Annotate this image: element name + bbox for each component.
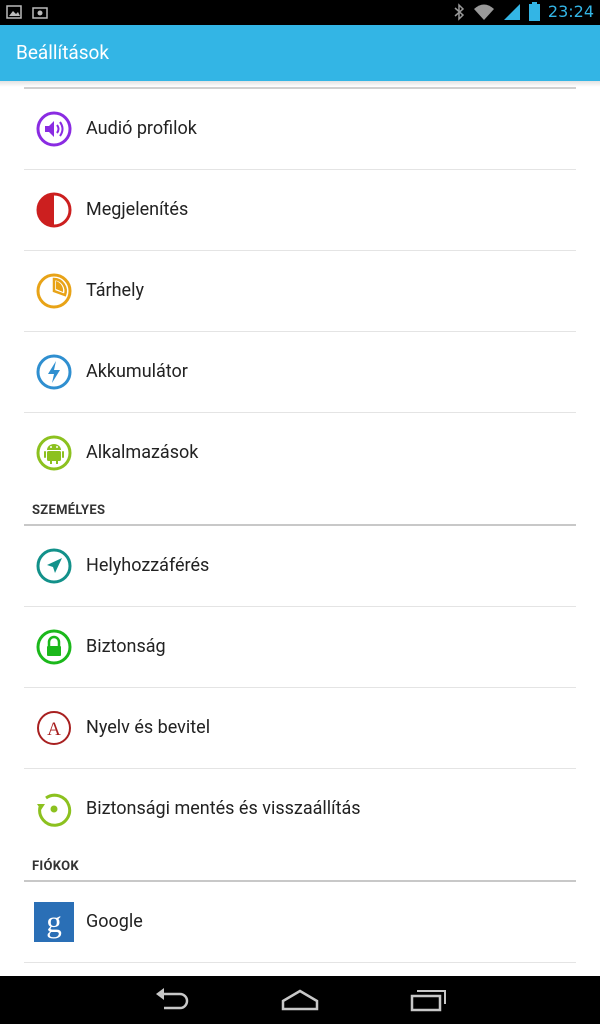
section-header-label: FIÓKOK (32, 859, 79, 874)
settings-item-backup[interactable]: Biztonsági mentés és visszaállítás (24, 769, 576, 849)
section-header-label: SZEMÉLYES (32, 503, 106, 518)
audio-profiles-icon (36, 111, 72, 147)
settings-item-label: Google (86, 911, 143, 932)
gallery-icon (6, 5, 22, 19)
apps-android-icon (36, 435, 72, 471)
signal-icon (503, 3, 520, 20)
backup-icon (37, 793, 72, 827)
navigation-bar (0, 976, 600, 1024)
svg-text:A: A (47, 719, 61, 740)
settings-item-label: Helyhozzáférés (86, 555, 210, 576)
settings-item-audio-profiles[interactable]: Audió profilok (24, 89, 576, 170)
settings-item-label: Akkumulátor (86, 361, 188, 382)
settings-item-location[interactable]: Helyhozzáférés (24, 526, 576, 607)
settings-item-security[interactable]: Biztonság (24, 607, 576, 688)
action-bar: Beállítások (0, 25, 600, 81)
settings-item-google[interactable]: g Google (24, 882, 576, 963)
bluetooth-icon (454, 2, 464, 21)
language-icon: A (37, 711, 71, 745)
clock: 23:24 (547, 2, 594, 21)
settings-item-label: Nyelv és bevitel (86, 717, 211, 738)
storage-icon (36, 273, 72, 309)
battery-icon (36, 354, 72, 390)
settings-item-apps[interactable]: Alkalmazások (24, 413, 576, 493)
svg-text:g: g (46, 904, 62, 939)
settings-item-battery[interactable]: Akkumulátor (24, 332, 576, 413)
settings-item-language[interactable]: A Nyelv és bevitel (24, 688, 576, 769)
settings-list: Audió profilok Megjelenítés Tárhely Akku… (24, 87, 576, 963)
settings-item-label: Biztonsági mentés és visszaállítás (86, 798, 361, 819)
settings-item-label: Audió profilok (86, 118, 197, 139)
screenshot-icon (32, 7, 48, 19)
settings-item-storage[interactable]: Tárhely (24, 251, 576, 332)
google-icon: g (34, 902, 74, 942)
settings-item-label: Tárhely (86, 280, 144, 301)
section-header-accounts: FIÓKOK (24, 849, 576, 882)
settings-item-label: Alkalmazások (86, 442, 199, 463)
settings-item-display[interactable]: Megjelenítés (24, 170, 576, 251)
wifi-icon (473, 4, 494, 20)
home-icon[interactable] (280, 988, 320, 1012)
settings-item-label: Megjelenítés (86, 199, 189, 220)
location-icon (36, 548, 72, 584)
lock-icon (36, 629, 72, 665)
battery-icon (528, 2, 540, 21)
page-title: Beállítások (16, 41, 110, 64)
display-icon (36, 192, 72, 228)
section-header-personal: SZEMÉLYES (24, 493, 576, 526)
back-icon[interactable] (152, 988, 192, 1012)
settings-item-label: Biztonság (86, 636, 166, 657)
recent-apps-icon[interactable] (408, 988, 448, 1012)
status-bar: 23:24 (0, 0, 600, 25)
